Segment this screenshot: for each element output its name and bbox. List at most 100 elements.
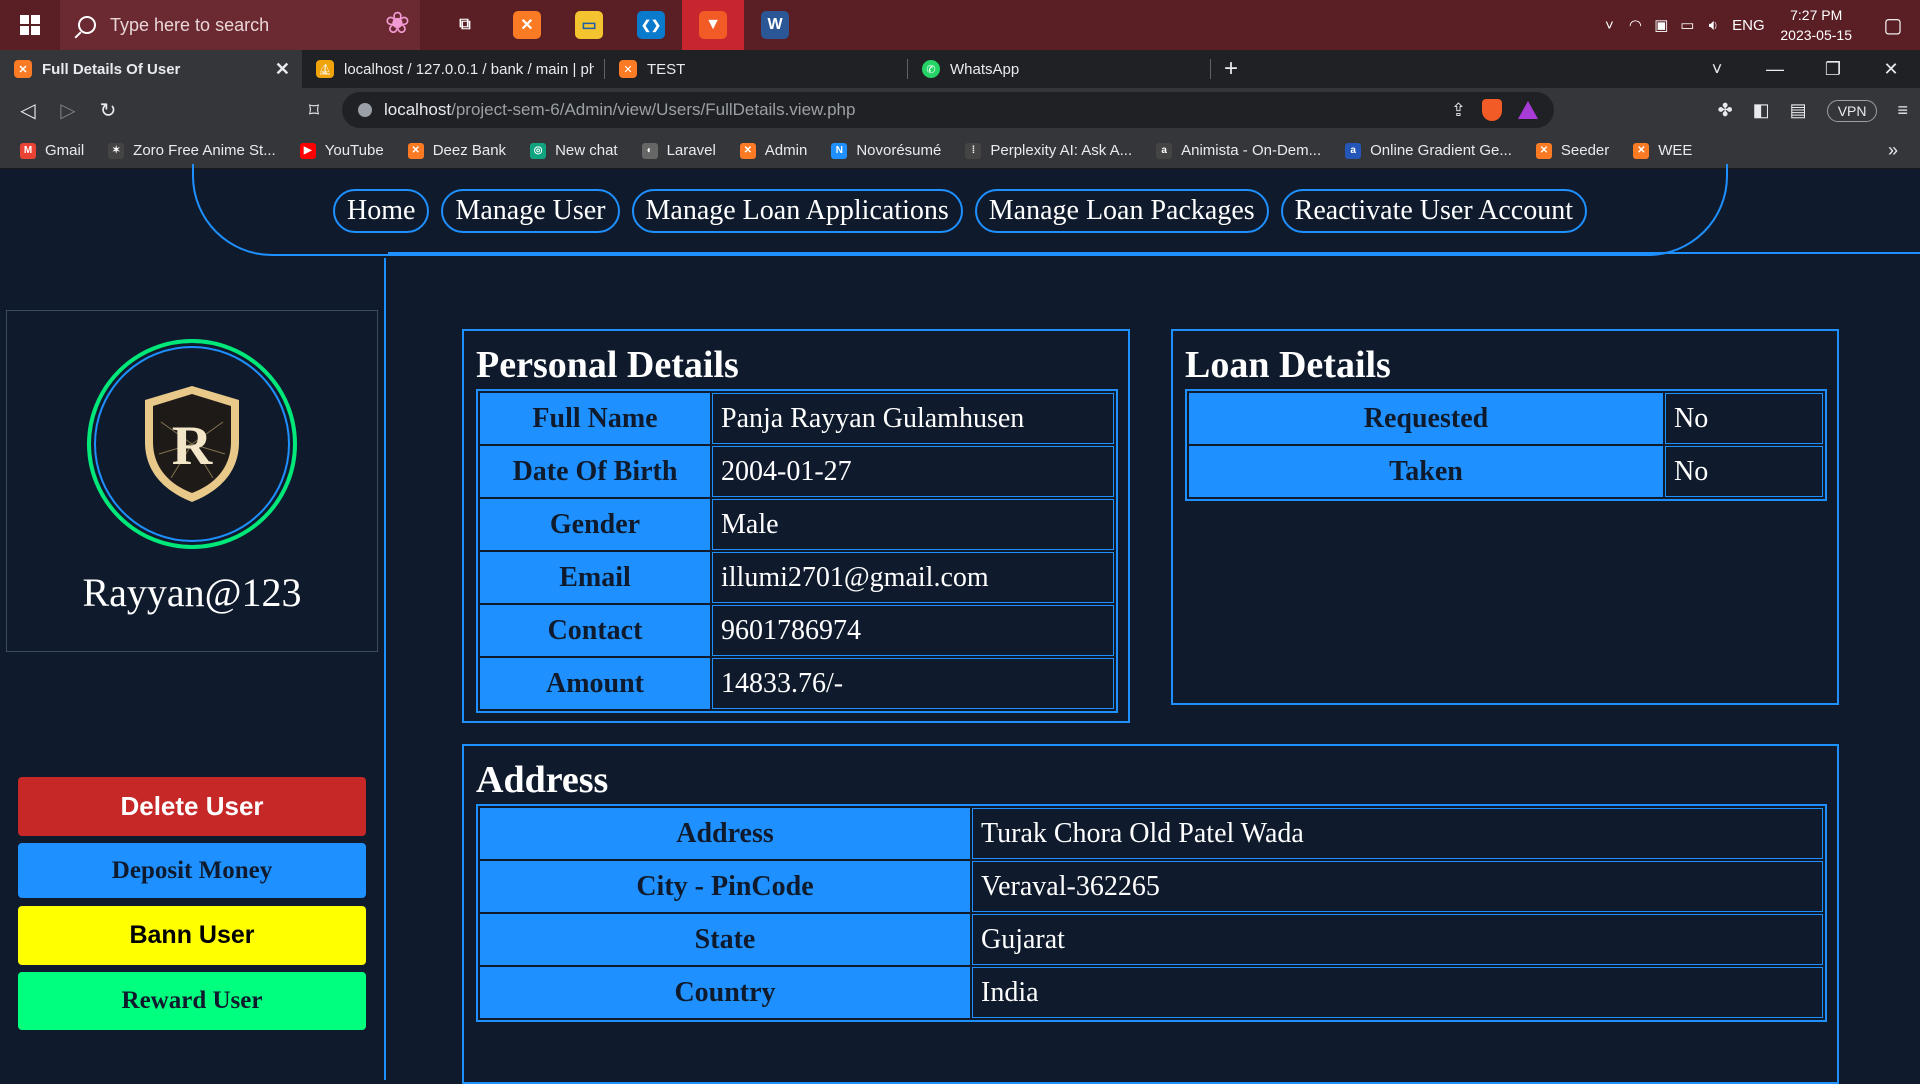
xampp-icon: ✕ xyxy=(1535,142,1552,159)
bookmark-label: Laravel xyxy=(666,142,716,159)
bookmark-novoresume[interactable]: N Novorésumé xyxy=(831,142,941,159)
file-explorer-button[interactable]: ▭ xyxy=(558,0,620,50)
field-value: 9601786974 xyxy=(712,605,1114,656)
restore-icon[interactable]: ❐ xyxy=(1804,50,1862,88)
language-indicator[interactable]: ENG xyxy=(1726,17,1770,34)
bookmark-laravel[interactable]: ◐ Laravel xyxy=(641,142,716,159)
word-button[interactable]: W xyxy=(744,0,806,50)
tab-phpmyadmin[interactable]: ⛵︎ localhost / 127.0.0.1 / bank / main |… xyxy=(302,50,604,88)
field-value: illumi2701@gmail.com xyxy=(712,552,1114,603)
table-row: Full Name Panja Rayyan Gulamhusen xyxy=(480,393,1114,444)
bookmark-seeder[interactable]: ✕ Seeder xyxy=(1535,142,1609,159)
table-row: Address Turak Chora Old Patel Wada xyxy=(480,808,1823,859)
nav-manage-loan-packages[interactable]: Manage Loan Packages xyxy=(974,189,1269,233)
bookmark-label: Deez Bank xyxy=(432,142,507,159)
task-view-button[interactable]: ⧉ xyxy=(434,0,496,50)
bookmark-youtube[interactable]: ▶ YouTube xyxy=(299,142,384,159)
vpn-button[interactable]: VPN xyxy=(1826,99,1878,122)
back-icon[interactable]: ◁ xyxy=(8,98,48,123)
url-input[interactable]: localhost/project-sem-6/Admin/view/Users… xyxy=(342,92,1554,128)
tab-whatsapp[interactable]: ✆ WhatsApp xyxy=(908,50,1210,88)
url-path: /project-sem-6/Admin/view/Users/FullDeta… xyxy=(451,100,856,119)
table-row: Taken No xyxy=(1189,446,1823,497)
field-value: Gujarat xyxy=(972,914,1823,965)
table-row: Date Of Birth 2004-01-27 xyxy=(480,446,1114,497)
tab-search-icon[interactable]: ˅ xyxy=(1688,50,1746,88)
bookmark-admin[interactable]: ✕ Admin xyxy=(739,142,807,159)
brave-shields-icon[interactable] xyxy=(1482,99,1502,121)
gmail-icon: M xyxy=(20,142,36,159)
more-bookmarks-icon[interactable]: » xyxy=(1888,140,1898,161)
brave-rewards-icon[interactable] xyxy=(1518,101,1538,119)
bookmark-new-chat[interactable]: ◎ New chat xyxy=(530,142,618,159)
windows-icon xyxy=(20,15,40,35)
nav-manage-user[interactable]: Manage User xyxy=(441,189,620,233)
sidebar-toggle-icon[interactable]: ◧ xyxy=(1753,100,1770,121)
nav-manage-loan-applications[interactable]: Manage Loan Applications xyxy=(631,189,963,233)
clock[interactable]: 7:27 PM 2023-05-15 xyxy=(1780,5,1852,45)
forward-icon[interactable]: ▷ xyxy=(48,98,88,123)
bookmark-animista[interactable]: a Animista - On-Dem... xyxy=(1156,142,1321,159)
field-value: No xyxy=(1665,393,1823,444)
menu-icon[interactable]: ≡ xyxy=(1897,100,1908,121)
field-label: Address xyxy=(480,808,970,859)
field-label: Requested xyxy=(1189,393,1663,444)
volume-icon[interactable]: 🔉︎ xyxy=(1700,17,1726,34)
extensions-icon[interactable]: ✤ xyxy=(1718,100,1733,121)
brave-icon: ▼ xyxy=(699,11,727,39)
device-icon[interactable]: ▣ xyxy=(1648,16,1674,34)
bookmark-gmail[interactable]: M Gmail xyxy=(20,142,84,159)
personal-details-table: Full Name Panja Rayyan Gulamhusen Date Of… xyxy=(476,389,1118,713)
globe-icon: ◐ xyxy=(641,142,658,159)
bookmark-label: Novorésumé xyxy=(856,142,942,159)
bann-user-button[interactable]: Bann User xyxy=(18,906,366,965)
animista-icon: a xyxy=(1156,142,1173,159)
taskbar-search[interactable]: Type here to search ❀ xyxy=(60,0,420,50)
close-tab-icon[interactable]: ✕ xyxy=(275,59,290,80)
field-label: Amount xyxy=(480,658,710,709)
tab-label: WhatsApp xyxy=(950,60,1020,78)
new-tab-icon[interactable]: + xyxy=(1211,55,1251,83)
reward-user-button[interactable]: Reward User xyxy=(18,972,366,1030)
system-tray: ˅ ◠ ▣ ▭ 🔉︎ ENG 7:27 PM 2023-05-15 ▢ xyxy=(1596,0,1920,50)
battery-icon[interactable]: ▭ xyxy=(1674,16,1700,34)
table-row: Contact 9601786974 xyxy=(480,605,1114,656)
vscode-button[interactable]: ❮❯ xyxy=(620,0,682,50)
tab-test[interactable]: ✕ TEST xyxy=(605,50,907,88)
notifications-icon[interactable]: ▢ xyxy=(1866,13,1920,38)
wallet-icon[interactable]: ▤ xyxy=(1790,100,1807,121)
brave-button[interactable]: ▼ xyxy=(682,0,744,50)
bookmark-label: Zoro Free Anime St... xyxy=(133,142,276,159)
address-panel: Address Address Turak Chora Old Patel Wad… xyxy=(462,744,1839,1084)
xampp-button[interactable]: ✕ xyxy=(496,0,558,50)
xampp-favicon: ✕ xyxy=(619,60,637,78)
table-row: City - PinCode Veraval-362265 xyxy=(480,861,1823,912)
bookmark-wee[interactable]: ✕ WEE xyxy=(1633,142,1692,159)
bookmark-gradient[interactable]: a Online Gradient Ge... xyxy=(1345,142,1512,159)
bookmark-perplexity[interactable]: ⁞ Perplexity AI: Ask A... xyxy=(965,142,1132,159)
reload-icon[interactable]: ↻ xyxy=(88,98,128,123)
field-value: Veraval-362265 xyxy=(972,861,1823,912)
share-icon[interactable]: ⇪ xyxy=(1451,100,1466,121)
loan-details-panel: Loan Details Requested No Taken No xyxy=(1171,329,1839,705)
loan-details-title: Loan Details xyxy=(1185,344,1391,386)
table-row: Requested No xyxy=(1189,393,1823,444)
deposit-money-button[interactable]: Deposit Money xyxy=(18,843,366,898)
tab-full-details[interactable]: ✕ Full Details Of User ✕ xyxy=(0,50,302,88)
start-button[interactable] xyxy=(0,0,60,50)
bookmark-icon[interactable]: ⌑ xyxy=(294,98,334,123)
minimize-icon[interactable]: — xyxy=(1746,50,1804,88)
nav-home[interactable]: Home xyxy=(333,189,430,233)
chevron-up-icon[interactable]: ˅ xyxy=(1596,17,1622,34)
bookmark-deez-bank[interactable]: ✕ Deez Bank xyxy=(407,142,507,159)
bookmark-zoro[interactable]: ✶ Zoro Free Anime St... xyxy=(108,142,276,159)
table-row: Email illumi2701@gmail.com xyxy=(480,552,1114,603)
bookmark-label: YouTube xyxy=(324,142,384,159)
close-window-icon[interactable]: ✕ xyxy=(1862,50,1920,88)
delete-user-button[interactable]: Delete User xyxy=(18,777,366,836)
wifi-icon[interactable]: ◠ xyxy=(1622,16,1648,34)
lotus-icon: ❀ xyxy=(384,7,410,40)
site-info-icon[interactable] xyxy=(358,103,372,117)
xampp-favicon: ✕ xyxy=(14,60,32,78)
nav-reactivate-user-account[interactable]: Reactivate User Account xyxy=(1280,189,1587,233)
